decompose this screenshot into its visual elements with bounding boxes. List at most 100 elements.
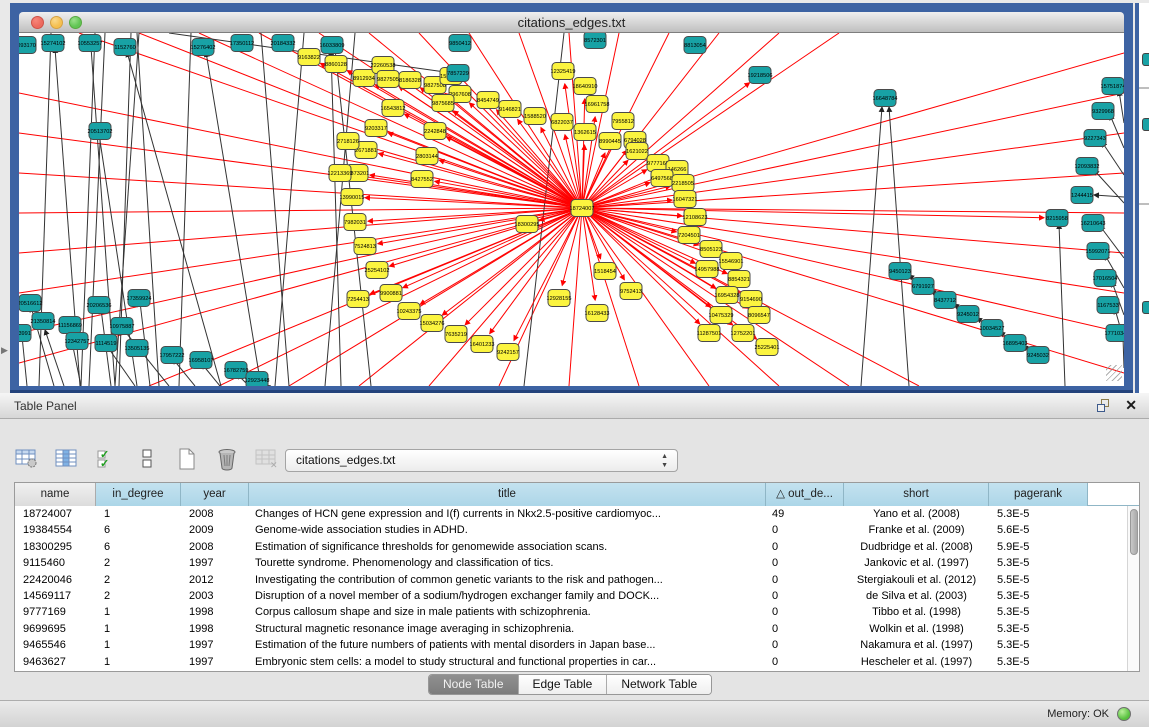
show-columns-icon[interactable] <box>54 446 80 472</box>
cell-year: 1997 <box>181 637 249 653</box>
cell-pagerank: 5.3E-5 <box>989 654 1088 670</box>
delete-table-icon[interactable] <box>214 446 240 472</box>
graph-node-label: 21350814 <box>31 319 56 325</box>
graph-edge <box>261 33 289 386</box>
column-header-out_degree[interactable]: △ out_de... <box>766 483 844 506</box>
cell-year: 1998 <box>181 604 249 620</box>
table-row[interactable]: 1456911722003Disruption of a novel membe… <box>15 588 1127 604</box>
tab-node-table[interactable]: Node Table <box>429 675 519 694</box>
window-resize-grip[interactable] <box>1106 365 1122 381</box>
graph-node-label: 13505135 <box>125 346 150 352</box>
cell-out_degree: 0 <box>766 654 844 670</box>
table-panel: Table Panel ✕ ✓✓ ✕ f(x) citations_edges.… <box>0 393 1149 700</box>
table-row[interactable]: 977716911998Corpus callosum shape and si… <box>15 604 1127 620</box>
graph-node-label: 1114519 <box>96 341 117 347</box>
graph-node-label: 6497568 <box>651 176 673 182</box>
graph-node-label: 16033809 <box>320 43 345 49</box>
table-row[interactable]: 1830029562008Estimation of significance … <box>15 539 1127 555</box>
graph-node-label: 8813054 <box>684 43 706 49</box>
column-header-title[interactable]: title <box>249 483 766 506</box>
graph-node-label: 9752413 <box>620 289 642 295</box>
graph-node-label: 1621022 <box>626 149 648 155</box>
cell-in_degree: 1 <box>96 506 181 522</box>
graph-node-label: 17016504 <box>1093 276 1118 282</box>
table-row[interactable]: 946362711997Embryonic stem cells: a mode… <box>15 654 1127 670</box>
graph-node <box>1142 301 1149 314</box>
graph-node-label: 8186328 <box>399 78 421 84</box>
column-header-short[interactable]: short <box>844 483 989 506</box>
cell-in_degree: 1 <box>96 604 181 620</box>
graph-node-label: 8427552 <box>411 177 433 183</box>
table-panel-title: Table Panel <box>14 399 77 413</box>
table-row[interactable]: 969969511998Structural magnetic resonanc… <box>15 621 1127 637</box>
cell-out_degree: 0 <box>766 604 844 620</box>
dropdown-arrows-icon: ▲▼ <box>661 452 668 470</box>
cell-short: Stergiakouli et al. (2012) <box>844 572 989 588</box>
graph-node-label: 15034276 <box>420 321 445 327</box>
table-panel-header: Table Panel ✕ <box>0 393 1149 419</box>
graph-edge <box>582 208 1044 218</box>
cell-pagerank: 5.3E-5 <box>989 604 1088 620</box>
splitpane-collapse-icon[interactable]: ▶ <box>1 345 8 356</box>
close-panel-icon[interactable]: ✕ <box>1125 397 1137 414</box>
status-bar: Memory: OK <box>0 700 1149 727</box>
memory-status-icon[interactable] <box>1117 707 1131 721</box>
cell-in_degree: 1 <box>96 621 181 637</box>
background-window-edge[interactable] <box>1135 3 1149 395</box>
network-canvas[interactable]: 1872400791638228860128891293422260538982… <box>19 33 1124 386</box>
graph-edge <box>1102 142 1124 175</box>
cell-out_degree: 0 <box>766 588 844 604</box>
cell-out_degree: 0 <box>766 637 844 653</box>
window-title: citations_edges.txt <box>19 15 1124 30</box>
graph-node-label: 1588520 <box>524 114 546 120</box>
column-header-in_degree[interactable]: in_degree <box>96 483 181 506</box>
table-row[interactable]: 2242004622012Investigating the contribut… <box>15 572 1127 588</box>
graph-node-label: 10034527 <box>980 326 1005 332</box>
tab-edge-table[interactable]: Edge Table <box>519 675 608 694</box>
cell-in_degree: 1 <box>96 637 181 653</box>
graph-edge <box>1119 91 1124 123</box>
network-window[interactable]: citations_edges.txt 18724007916382288601… <box>10 3 1133 393</box>
graph-node-label: 16210643 <box>1081 221 1106 227</box>
column-header-pagerank[interactable]: pagerank <box>989 483 1088 506</box>
cell-pagerank: 5.3E-5 <box>989 506 1088 522</box>
select-columns-icon[interactable]: ✓✓ <box>94 446 120 472</box>
float-panel-icon[interactable] <box>1097 399 1111 413</box>
graph-node-label: 9329968 <box>1092 109 1114 115</box>
graph-node-label: 18640910 <box>573 84 598 90</box>
cell-name: 9463627 <box>15 654 96 670</box>
cell-short: Franke et al. (2009) <box>844 522 989 538</box>
cell-title: Changes of HCN gene expression and I(f) … <box>249 506 766 522</box>
cell-short: Tibbo et al. (1998) <box>844 604 989 620</box>
table-row[interactable]: 946554611997Estimation of the future num… <box>15 637 1127 653</box>
table-settings-icon[interactable] <box>14 446 40 472</box>
cell-pagerank: 5.6E-5 <box>989 522 1088 538</box>
network-graph[interactable]: 1872400791638228860128891293422260538982… <box>19 33 1124 386</box>
import-table-disabled-icon: ✕ <box>254 446 280 472</box>
table-row[interactable]: 911546021997Tourette syndrome. Phenomeno… <box>15 555 1127 571</box>
table-row[interactable]: 1938455462009Genome-wide association stu… <box>15 522 1127 538</box>
cell-name: 9115460 <box>15 555 96 571</box>
graph-edge <box>889 107 909 386</box>
graph-node-label: 9227343 <box>1084 136 1106 142</box>
cell-name: 19384554 <box>15 522 96 538</box>
cell-year: 1997 <box>181 654 249 670</box>
graph-node-label: 7524813 <box>354 244 376 250</box>
row-height-icon[interactable] <box>134 446 160 472</box>
graph-node-label: 15546901 <box>719 259 744 265</box>
table-selector-dropdown[interactable]: citations_edges.txt ▲▼ <box>285 449 678 472</box>
new-table-icon[interactable] <box>174 446 200 472</box>
network-window-titlebar[interactable]: citations_edges.txt <box>19 12 1124 33</box>
column-header-name[interactable]: name <box>15 483 96 506</box>
column-header-year[interactable]: year <box>181 483 249 506</box>
scrollbar-thumb[interactable] <box>1130 509 1138 555</box>
graph-node-label: 12213369 <box>328 171 353 177</box>
cell-short: Dudbridge et al. (2008) <box>844 539 989 555</box>
graph-node-label: 6791927 <box>912 284 934 290</box>
tab-network-table[interactable]: Network Table <box>607 675 711 694</box>
graph-node-label: 1152760 <box>114 45 135 51</box>
cell-title: Estimation of the future numbers of pati… <box>249 637 766 653</box>
table-scrollbar[interactable] <box>1127 506 1139 671</box>
table-row[interactable]: 1872400712008Changes of HCN gene express… <box>15 506 1127 522</box>
cell-in_degree: 6 <box>96 522 181 538</box>
